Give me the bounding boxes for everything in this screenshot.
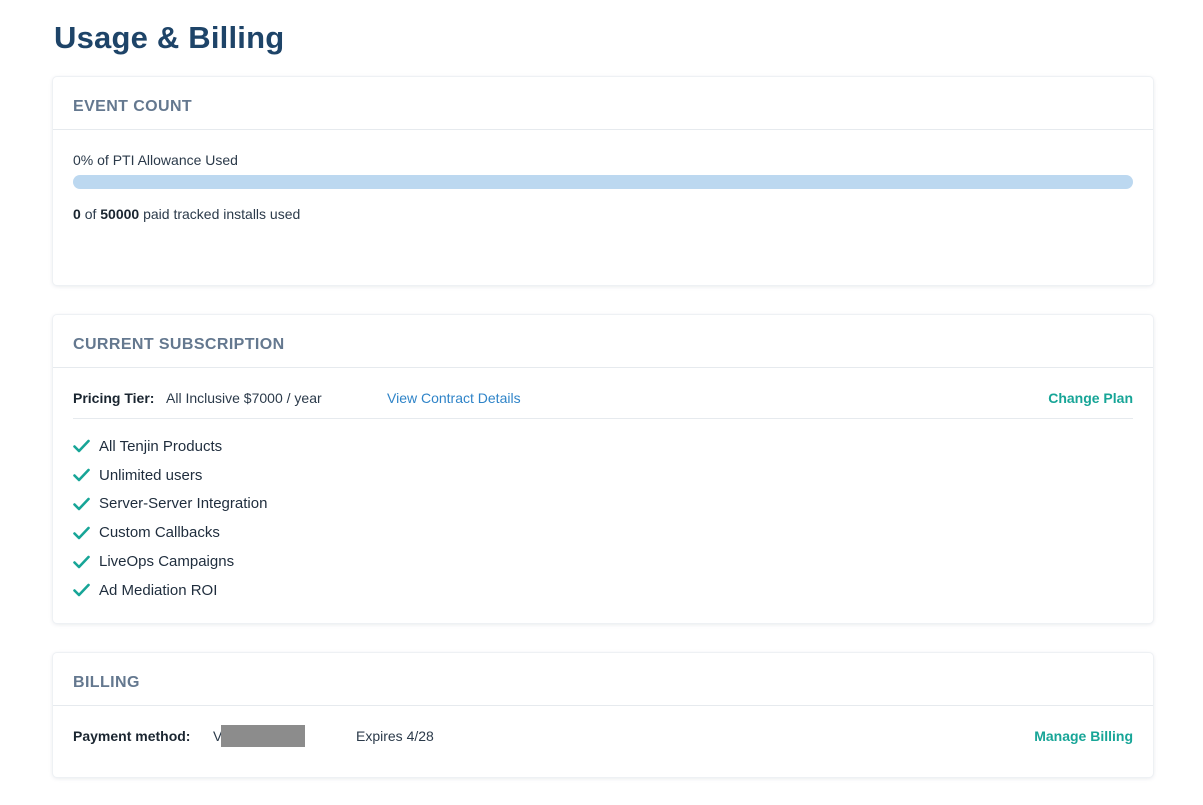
installs-used-count: 0 xyxy=(73,206,81,222)
check-icon xyxy=(73,584,90,597)
billing-title: BILLING xyxy=(73,674,140,691)
payment-method-row: Payment method: V Expires 4/28 Manage Bi… xyxy=(73,706,1133,766)
pricing-tier-row: Pricing Tier: All Inclusive $7000 / year… xyxy=(73,368,1133,419)
check-icon xyxy=(73,555,90,568)
feature-item: All Tenjin Products xyxy=(73,432,267,461)
check-icon xyxy=(73,497,90,511)
subscription-title: CURRENT SUBSCRIPTION xyxy=(73,336,285,353)
event-count-card: EVENT COUNT 0% of PTI Allowance Used 0 o… xyxy=(53,77,1153,285)
feature-item: Ad Mediation ROI xyxy=(73,576,267,605)
feature-item: Server-Server Integration xyxy=(73,490,267,519)
event-count-title: EVENT COUNT xyxy=(73,98,193,115)
feature-item: LiveOps Campaigns xyxy=(73,547,267,576)
feature-label: All Tenjin Products xyxy=(99,437,223,455)
allowance-progress-bar xyxy=(73,175,1133,189)
billing-header: BILLING xyxy=(53,653,1153,706)
allowance-label: 0% of PTI Allowance Used xyxy=(73,152,238,168)
pricing-tier-value: All Inclusive $7000 / year xyxy=(166,390,322,406)
redacted-card-number xyxy=(221,725,305,747)
check-icon xyxy=(73,468,90,482)
manage-billing-button[interactable]: Manage Billing xyxy=(1034,728,1133,744)
check-icon xyxy=(73,440,90,453)
installs-suffix: paid tracked installs used xyxy=(143,206,301,222)
event-count-header: EVENT COUNT xyxy=(53,77,1153,130)
payment-method-label: Payment method: xyxy=(73,728,191,744)
feature-label: Custom Callbacks xyxy=(99,524,220,542)
feature-label: LiveOps Campaigns xyxy=(99,553,235,571)
installs-of-text: of xyxy=(84,206,97,222)
pricing-tier-label: Pricing Tier: xyxy=(73,390,155,406)
change-plan-button[interactable]: Change Plan xyxy=(1048,390,1133,406)
billing-card: BILLING Payment method: V Expires 4/28 M… xyxy=(53,653,1153,777)
subscription-card: CURRENT SUBSCRIPTION Pricing Tier: All I… xyxy=(53,315,1153,623)
page-title: Usage & Billing xyxy=(54,20,285,55)
feature-label: Server-Server Integration xyxy=(99,495,268,513)
installs-used-text: 0 of 50000 paid tracked installs used xyxy=(73,206,300,222)
card-expiry: Expires 4/28 xyxy=(356,728,434,744)
check-icon xyxy=(73,526,90,540)
installs-limit: 50000 xyxy=(100,206,140,222)
feature-list: All Tenjin Products Unlimited users Serv… xyxy=(73,432,267,605)
feature-label: Unlimited users xyxy=(99,466,203,484)
view-contract-details-link[interactable]: View Contract Details xyxy=(387,390,521,406)
feature-item: Unlimited users xyxy=(73,461,267,490)
feature-item: Custom Callbacks xyxy=(73,518,267,547)
subscription-header: CURRENT SUBSCRIPTION xyxy=(53,315,1153,368)
feature-label: Ad Mediation ROI xyxy=(99,581,218,599)
